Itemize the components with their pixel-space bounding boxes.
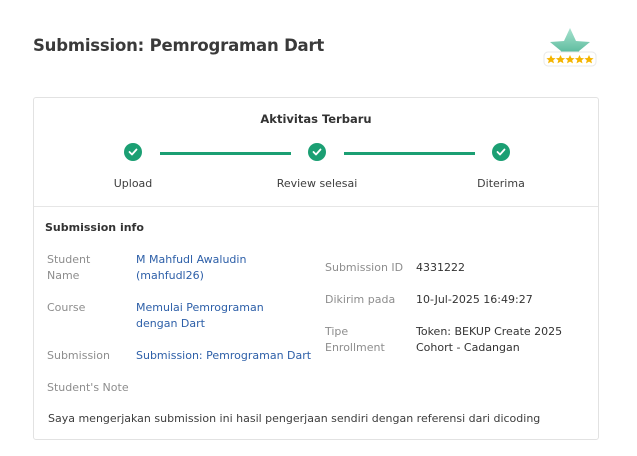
enrollment-type-value: Token: BEKUP Create 2025 Cohort - Cadang… [416, 325, 563, 354]
step-label-accepted: Diterima [477, 177, 525, 190]
activity-title: Aktivitas Terbaru [260, 112, 372, 126]
submission-link[interactable]: Submission: Pemrograman Dart [136, 348, 316, 364]
submission-id-label: Submission ID [325, 261, 404, 274]
section-divider [34, 206, 598, 207]
sent-at-value: 10-Jul-2025 16:49:27 [416, 293, 533, 306]
progress-line-1 [160, 152, 291, 155]
submission-info-title: Submission info [45, 221, 144, 234]
step-label-review: Review selesai [276, 177, 358, 190]
student-note-text: Saya mengerjakan submission ini hasil pe… [48, 412, 541, 425]
step-review-check-icon [308, 143, 326, 161]
student-note-label: Student's Note [47, 381, 129, 394]
progress-line-2 [344, 152, 475, 155]
sent-at-label: Dikirim pada [325, 293, 396, 306]
step-upload-check-icon [124, 143, 142, 161]
page-title: Submission: Pemrograman Dart [33, 36, 325, 55]
course-label: Course [47, 301, 86, 314]
star-rating-badge-icon [541, 26, 599, 72]
submission-id-value: 4331222 [416, 261, 465, 274]
course-link[interactable]: Memulai Pemrograman dengan Dart [136, 300, 304, 332]
submission-card: Aktivitas Terbaru Upload Review selesai … [33, 97, 599, 440]
enrollment-type-label: Tipe Enrollment [325, 325, 385, 354]
student-name-label: Student Name [47, 253, 91, 282]
step-accepted-check-icon [492, 143, 510, 161]
submission-label: Submission [47, 349, 110, 362]
student-name-link[interactable]: M Mahfudl Awaludin (mahfudl26) [136, 252, 316, 284]
step-label-upload: Upload [113, 177, 153, 190]
